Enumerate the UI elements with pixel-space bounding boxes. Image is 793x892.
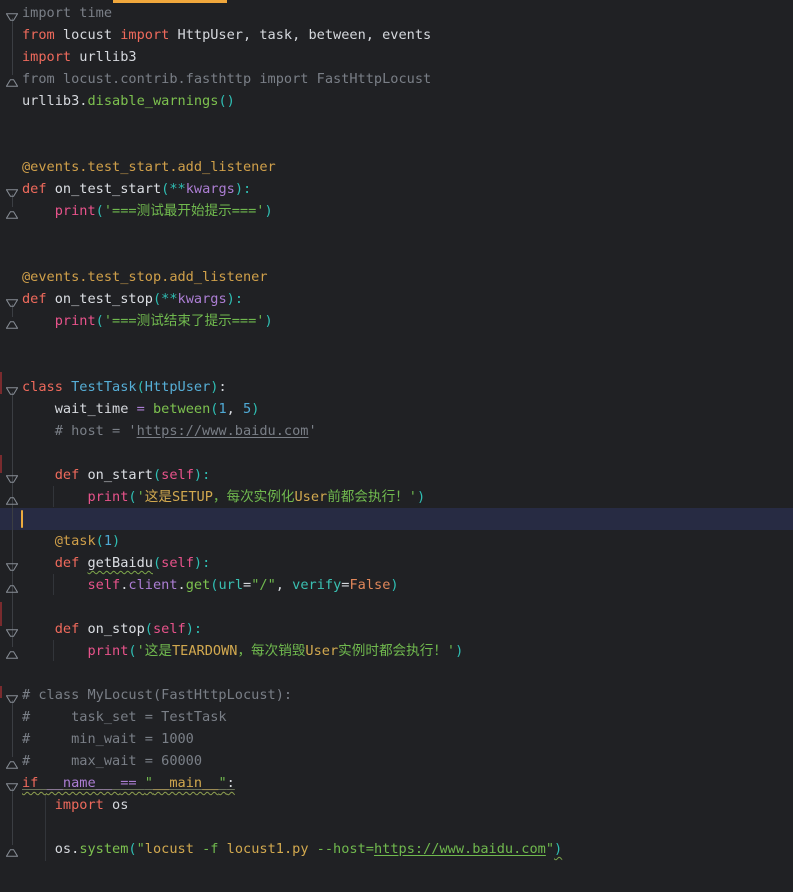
fold-collapse-icon[interactable] <box>6 691 18 699</box>
fold-collapse-icon[interactable] <box>6 9 18 17</box>
fold-collapse-icon[interactable] <box>6 185 18 193</box>
fold-collapse-icon[interactable] <box>6 559 18 567</box>
fold-collapse-icon[interactable] <box>6 383 18 391</box>
fold-end-icon[interactable] <box>6 75 18 83</box>
fold-collapse-icon[interactable] <box>6 471 18 479</box>
fold-collapse-icon[interactable] <box>6 295 18 303</box>
code-editor[interactable]: import timefrom locust import HttpUser, … <box>0 0 793 892</box>
editor-gutter <box>0 0 793 892</box>
fold-end-icon[interactable] <box>6 757 18 765</box>
fold-end-icon[interactable] <box>6 493 18 501</box>
fold-collapse-icon[interactable] <box>6 625 18 633</box>
fold-collapse-icon[interactable] <box>6 779 18 787</box>
text-caret <box>21 510 23 528</box>
fold-end-icon[interactable] <box>6 207 18 215</box>
fold-end-icon[interactable] <box>6 317 18 325</box>
fold-end-icon[interactable] <box>6 581 18 589</box>
fold-end-icon[interactable] <box>6 845 18 853</box>
fold-end-icon[interactable] <box>6 647 18 655</box>
